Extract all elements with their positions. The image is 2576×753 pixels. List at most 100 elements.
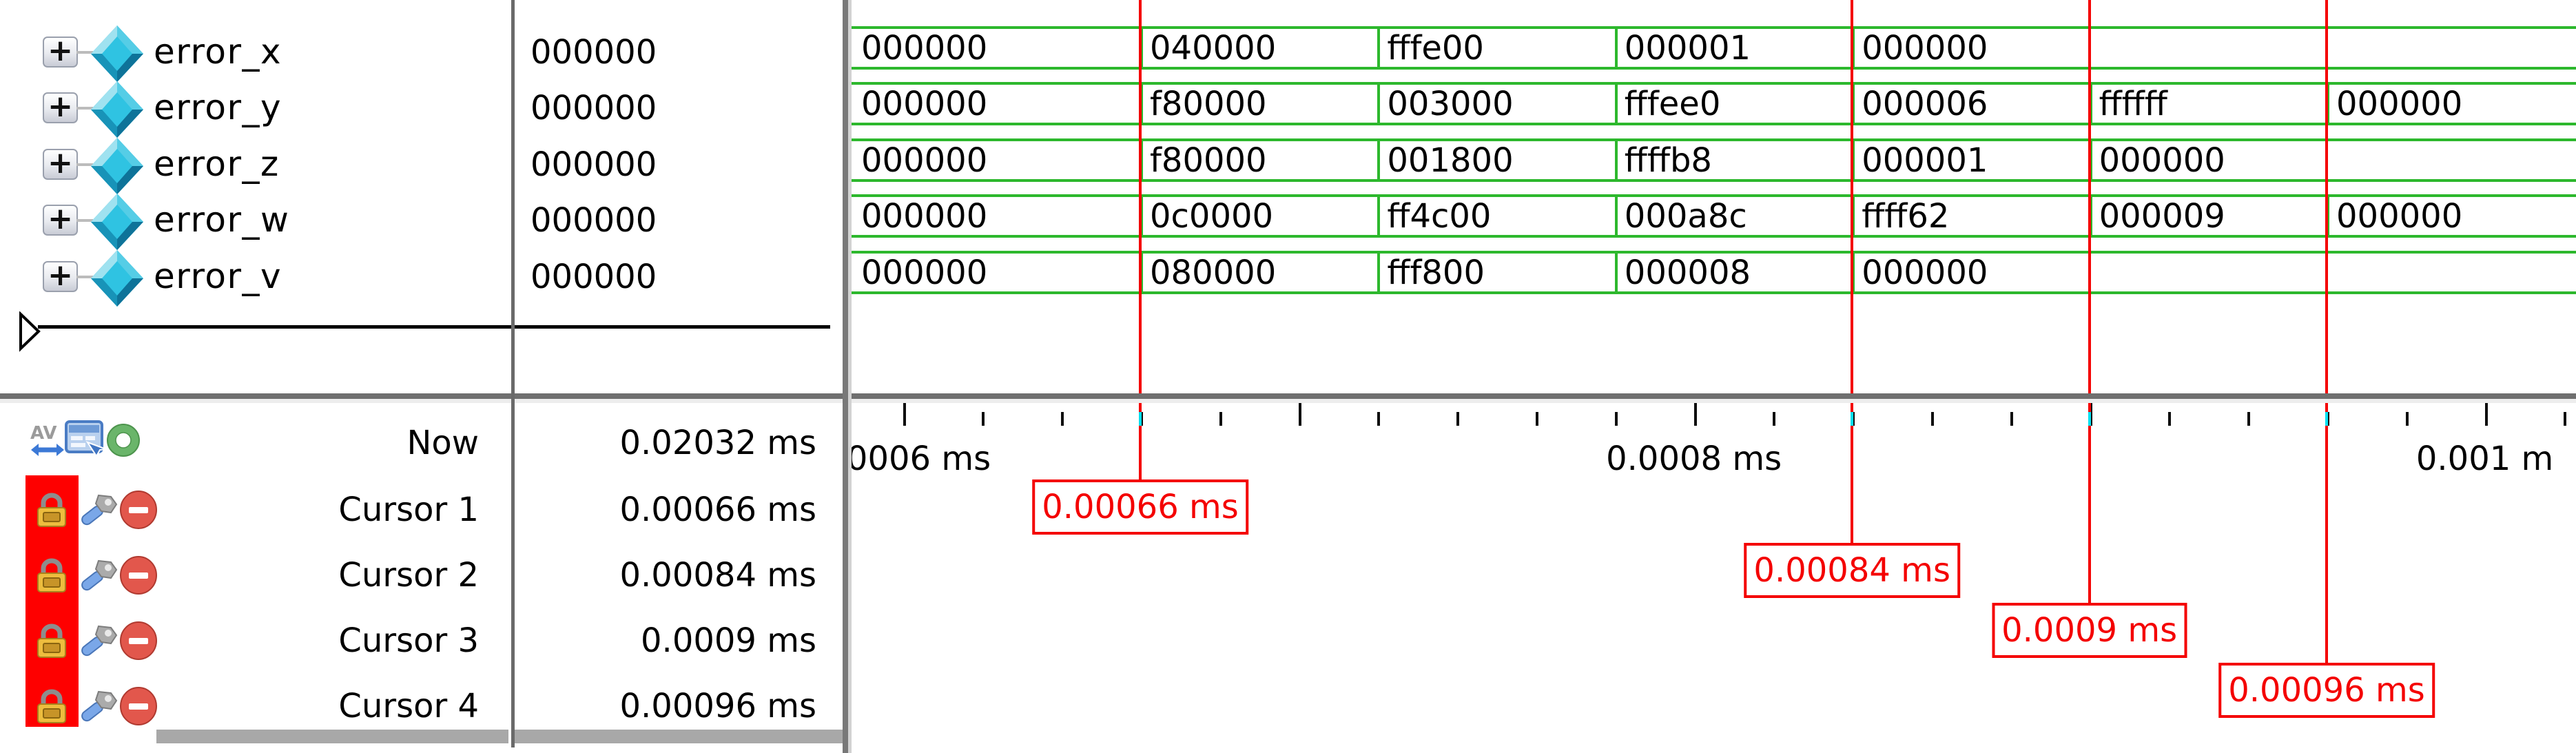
bus-transition: [1377, 251, 1380, 294]
bus-value-label: 0c0000: [1150, 197, 1273, 236]
bus-value-label: 000000: [1862, 254, 1988, 293]
bus-value-label: 000a8c: [1625, 197, 1747, 236]
expand-button[interactable]: +: [43, 261, 78, 292]
ruler-minor-tick: [2247, 412, 2250, 426]
cursor-name-label[interactable]: Cursor 3: [0, 623, 479, 659]
bus-value-label: f80000: [1150, 141, 1267, 180]
cursor-time-value: 0.0009 ms: [517, 623, 816, 659]
cursor-time-box[interactable]: 0.00084 ms: [1744, 543, 1960, 598]
ruler-minor-tick: [1615, 412, 1618, 426]
cursor-ruler-tick: [1851, 412, 1853, 426]
cursor-panel: AV Now 0.02032 ms Cursor 10.00066 msCurs…: [0, 403, 852, 753]
cursor-time-value: 0.00096 ms: [517, 688, 816, 724]
wave-window: + error_x + error_y + error_z + error_w + error_v…: [0, 0, 2576, 753]
bus-value-label: 040000: [1150, 29, 1276, 68]
cursor-line[interactable]: [1139, 0, 1142, 479]
expand-button[interactable]: +: [43, 92, 78, 123]
ruler-time-label: 0.001 m: [2416, 440, 2553, 478]
bus-value-label: 080000: [1150, 254, 1276, 293]
cursor-name-label[interactable]: Cursor 2: [0, 557, 479, 593]
bus-value-label: fffee0: [1625, 85, 1721, 124]
horizontal-splitter-shadow: [0, 399, 2576, 403]
ruler-minor-tick: [1536, 412, 1538, 426]
bus-transition: [1377, 194, 1380, 238]
cursor-time-box[interactable]: 0.0009 ms: [1992, 603, 2187, 658]
bus-top-line: [852, 138, 2576, 141]
ruler-minor-tick: [1377, 412, 1380, 426]
ruler-minor-tick: [2010, 412, 2013, 426]
cursor-time-box[interactable]: 0.00066 ms: [1032, 479, 1248, 535]
bus-value-label: f80000: [1150, 85, 1267, 124]
bus-value-label: 000000: [861, 254, 987, 293]
bus-value-label: ffff62: [1862, 197, 1949, 236]
bus-value-label: 000000: [1862, 29, 1988, 68]
bus-value-label: 000000: [861, 197, 987, 236]
signal-name-label: error_w: [154, 199, 289, 240]
bus-transition: [1377, 26, 1380, 70]
ruler-time-label: 0.0008 ms: [1606, 440, 1782, 478]
cursor-ruler-tick: [1139, 412, 1142, 426]
signal-name-row[interactable]: + error_v: [0, 244, 511, 300]
signal-name-row[interactable]: + error_z: [0, 132, 511, 188]
signal-current-value: 000000: [530, 256, 657, 298]
names-pane-hscrollbar[interactable]: [156, 730, 508, 743]
signal-list-underline: [38, 325, 830, 329]
signal-name-label: error_x: [154, 31, 282, 72]
bus-transition: [1615, 26, 1618, 70]
ruler-time-label: 0.0006 ms: [852, 440, 991, 478]
ruler-minor-tick: [1061, 412, 1064, 426]
cursor-time-box[interactable]: 0.00096 ms: [2218, 663, 2435, 718]
signal-diamond-icon: [90, 24, 145, 82]
bus-transition: [1615, 194, 1618, 238]
expand-button[interactable]: +: [43, 37, 78, 68]
signal-current-value: 000000: [530, 200, 657, 241]
ruler-minor-tick: [2564, 412, 2566, 426]
signal-name-label: error_y: [154, 87, 282, 128]
expand-button[interactable]: +: [43, 205, 78, 236]
now-label: Now: [0, 425, 479, 461]
signal-name-row[interactable]: + error_x: [0, 19, 511, 76]
cursor-name-label[interactable]: Cursor 1: [0, 492, 479, 528]
cursor-time-value: 0.00066 ms: [517, 492, 816, 528]
bus-value-label: 000000: [2099, 141, 2225, 180]
cursor-line[interactable]: [2088, 0, 2091, 603]
expand-button[interactable]: +: [43, 149, 78, 180]
bus-value-label: 000000: [861, 85, 987, 124]
signal-diamond-icon: [90, 136, 145, 194]
signal-current-value: 000000: [530, 87, 657, 129]
bus-transition: [1377, 138, 1380, 182]
bus-value-label: 000000: [2336, 85, 2462, 124]
cursor-name-label[interactable]: Cursor 4: [0, 688, 479, 724]
bus-value-label: 000000: [861, 29, 987, 68]
cursor-line[interactable]: [2325, 0, 2328, 663]
ruler-minor-tick: [1773, 412, 1775, 426]
ruler-major-tick: [903, 402, 906, 426]
signal-name-row[interactable]: + error_y: [0, 75, 511, 132]
bus-value-label: 000000: [2336, 197, 2462, 236]
bus-transition: [1615, 82, 1618, 125]
waveform-pane[interactable]: 000000040000fffe00000001000000000000f800…: [852, 0, 2576, 753]
values-wave-divider[interactable]: [843, 0, 848, 753]
bus-value-label: fff800: [1387, 254, 1485, 293]
signal-name-row[interactable]: + error_w: [0, 187, 511, 244]
ruler-minor-tick: [2406, 412, 2409, 426]
ruler-major-tick: [1694, 402, 1697, 426]
bus-transition: [1615, 251, 1618, 294]
values-pane-hscrollbar[interactable]: [515, 730, 843, 743]
signal-diamond-icon: [90, 192, 145, 250]
cursor-line[interactable]: [1851, 0, 1853, 543]
names-values-divider[interactable]: [511, 0, 515, 747]
signal-name-label: error_v: [154, 256, 282, 297]
ruler-minor-tick: [1456, 412, 1459, 426]
bus-value-label: 000006: [1862, 85, 1988, 124]
insertion-pointer-icon: [18, 311, 41, 353]
bus-value-label: 003000: [1387, 85, 1513, 124]
bus-value-label: fffe00: [1387, 29, 1484, 68]
bus-value-label: ffffb8: [1625, 141, 1712, 180]
bus-value-label: 000008: [1625, 254, 1751, 293]
signal-name-label: error_z: [154, 143, 280, 185]
cursor-time-value: 0.00084 ms: [517, 557, 816, 593]
horizontal-splitter[interactable]: [0, 393, 2576, 399]
cursor-ruler-tick: [2325, 412, 2328, 426]
ruler-minor-tick: [982, 412, 985, 426]
